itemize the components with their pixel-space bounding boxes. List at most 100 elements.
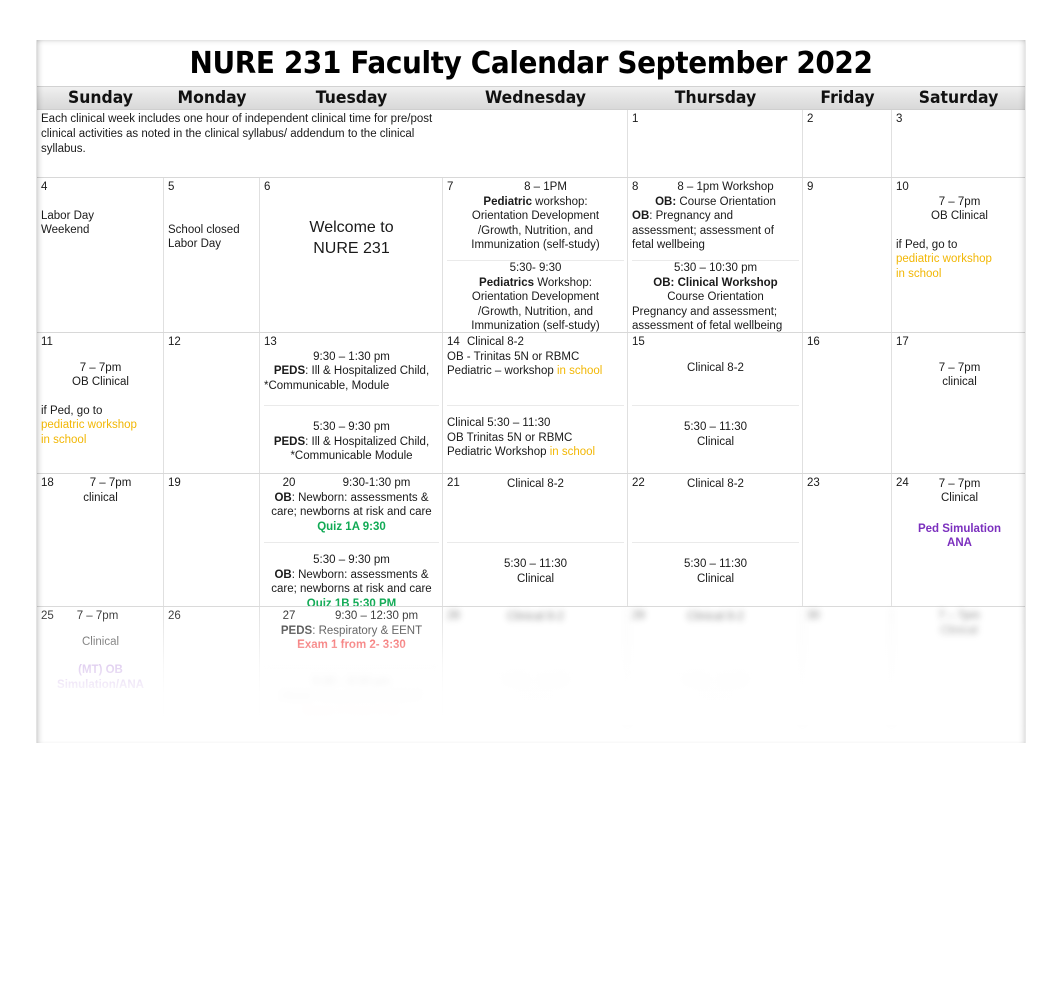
event-text: : Ill & Hospitalized Child, (305, 365, 430, 378)
day-28-evening: 5:30 – 11:30 Clinical (447, 667, 624, 705)
calendar-container: NURE 231 Faculty Calendar September 2022… (36, 40, 1026, 743)
event-text: Course Orientation (676, 195, 776, 208)
event-text: workshop: (531, 195, 588, 208)
event-time: 5:30- 9:30 (509, 262, 562, 274)
day-cell-20[interactable]: 20 9:30-1:30 pm OB: Newborn: assessments… (260, 474, 443, 606)
day-cell-6[interactable]: 6 Welcome to NURE 231 (260, 178, 443, 332)
day-cell-14[interactable]: 14 Clinical 8-2 OB - Trinitas 5N or RBMC… (443, 333, 628, 473)
day-cell-30[interactable]: 30 (803, 607, 892, 725)
day-cell-trailing-saturday[interactable]: 7 – 7pm Clinical (892, 607, 1025, 725)
event-text: Clinical 8-2 (507, 610, 564, 623)
day-number-12: 12 (168, 336, 181, 348)
weekday-wednesday: Wednesday (484, 88, 586, 108)
event-text: PEDS: Ill & Hospitalized Child, (264, 364, 439, 379)
event-time: 8 – 1pm Workshop (677, 181, 774, 193)
day-cell-28[interactable]: 28 Clinical 8-2 5:30 – 11:30 Clinical (443, 607, 628, 725)
event-text: Clinical 8-2 (507, 477, 564, 490)
event-text: Clinical (696, 572, 735, 585)
day-cell-21[interactable]: 21 Clinical 8-2 5:30 – 11:30 Clinical (443, 474, 628, 606)
day-cell-note[interactable]: Each clinical week includes one hour of … (37, 110, 443, 177)
day-cell-23[interactable]: 23 (803, 474, 892, 606)
event-text: PEDS: Ill & Hospitalized Child, (264, 435, 439, 450)
event-time: 5:30 – 8:30 pm (313, 677, 390, 689)
day-22-evening: 5:30 – 11:30 Clinical (632, 542, 799, 586)
day-cell-13[interactable]: 13 9:30 – 1:30 pm PEDS: Ill & Hospitaliz… (260, 333, 443, 473)
event-label: PEDS (273, 435, 306, 448)
day-number-2: 2 (807, 113, 814, 125)
event-text: Pediatric – workshop in school (447, 364, 624, 379)
event-time: 9:30-1:30 pm (342, 477, 411, 489)
day-cell-5[interactable]: 5 School closed Labor Day (164, 178, 260, 332)
event-text-highlight: in school (549, 446, 596, 459)
day-cell-16[interactable]: 16 (803, 333, 892, 473)
day-number-28: 28 (447, 610, 460, 622)
event-text: Weekend (41, 224, 90, 237)
day-cell-2[interactable]: 2 (803, 110, 892, 177)
event-label: OB (274, 491, 292, 504)
day-number-16: 16 (807, 336, 820, 348)
day-cell-9[interactable]: 9 (803, 178, 892, 332)
event-text: Pediatrics Workshop: (447, 276, 624, 291)
event-label: Pediatric (483, 195, 532, 208)
day-cell-27[interactable]: 27 9:30 – 12:30 pm PEDS: Respiratory & E… (260, 607, 443, 725)
day-cell-19[interactable]: 19 (164, 474, 260, 606)
event-text: Clinical 8-2 (467, 336, 524, 348)
event-text: assessment; assessment of (632, 224, 774, 237)
day-cell-29[interactable]: 29 Clinical 8-2 5:30 – 11:30 Clinical (628, 607, 803, 725)
event-time: 7 – 7pm (938, 195, 981, 208)
event-text: : Pregnancy and (649, 210, 734, 223)
simulation-label: Simulation/ANA (57, 678, 144, 691)
quiz-label: Quiz 1A 9:30 (317, 520, 386, 533)
day-cell-12[interactable]: 12 (164, 333, 260, 473)
day-number-15: 15 (632, 336, 645, 348)
event-time: 8 – 1PM (524, 181, 567, 193)
day-cell-22[interactable]: 22 Clinical 8-2 5:30 – 11:30 Clinical (628, 474, 803, 606)
event-text: Pediatric – workshop (447, 365, 557, 378)
day-cell-4[interactable]: 4 Labor Day Weekend (37, 178, 164, 332)
event-label: OB: (655, 195, 677, 208)
day-cell-18[interactable]: 18 7 – 7pm clinical (37, 474, 164, 606)
day-number-4: 4 (41, 181, 48, 193)
day-cell-25[interactable]: 25 7 – 7pm Clinical (MT) OB Simulation/A… (37, 607, 164, 725)
day-cell-3[interactable]: 3 (892, 110, 1025, 177)
event-text-highlight: pediatric workshop (41, 419, 137, 432)
day-cell-1[interactable]: 1 (628, 110, 803, 177)
event-text: School closed (168, 223, 240, 236)
event-text: Clinical (940, 492, 979, 505)
day-number-25: 25 (41, 610, 54, 622)
day-8-morning: 8 8 – 1pm Workshop OB: Course Orientatio… (632, 180, 799, 260)
day-cell-7[interactable]: 7 8 – 1PM Pediatric workshop: Orientatio… (443, 178, 628, 332)
day-15-morning: 15 Clinical 8-2 (632, 335, 799, 405)
day-13-morning: 13 9:30 – 1:30 pm PEDS: Ill & Hospitaliz… (264, 335, 439, 405)
event-text: *Communicable Module (290, 450, 413, 463)
day-cell-11[interactable]: 11 7 – 7pm OB Clinical if Ped, go to ped… (37, 333, 164, 473)
event-text: if Ped, go to (41, 404, 103, 417)
day-cell-10[interactable]: 10 7 – 7pm OB Clinical if Ped, go to ped… (892, 178, 1025, 332)
weekday-header-row: Sunday Monday Tuesday Wednesday Thursday… (37, 86, 1025, 110)
page-root: { "calendar": { "title": "NURE 231 Facul… (0, 0, 1062, 1001)
event-time: 5:30 – 9:30 pm (313, 554, 390, 566)
event-text: Clinical (516, 572, 555, 585)
day-cell-8[interactable]: 8 8 – 1pm Workshop OB: Course Orientatio… (628, 178, 803, 332)
day-cell-26[interactable]: 26 (164, 607, 260, 725)
day-15-evening: 5:30 – 11:30 Clinical (632, 405, 799, 449)
exam-label: Exam 1 from 2- 3:30 (297, 639, 406, 652)
event-text-highlight: in school (896, 267, 942, 280)
day-cell-17[interactable]: 17 7 – 7pm clinical (892, 333, 1025, 473)
event-time: 5:30 – 11:30 (503, 677, 568, 689)
day-cell-15[interactable]: 15 Clinical 8-2 5:30 – 11:30 Clinical (628, 333, 803, 473)
day-29-morning: 29 Clinical 8-2 (632, 609, 799, 667)
weekday-sunday: Sunday (67, 88, 134, 108)
event-text: NURE 231 (313, 239, 390, 257)
day-13-evening: 5:30 – 9:30 pm PEDS: Ill & Hospitalized … (264, 405, 439, 464)
event-label: Pediatrics (479, 276, 535, 289)
event-time: 5:30 – 11:30 (683, 558, 748, 570)
day-cell-wed-blank[interactable] (443, 110, 628, 177)
day-number-26: 26 (168, 610, 181, 622)
event-text: Labor Day (168, 238, 222, 251)
event-label: PEDS (280, 691, 313, 704)
day-8-evening: 5:30 – 10:30 pm OB: Clinical Workshop Co… (632, 260, 799, 332)
event-label: PEDS (273, 365, 306, 378)
day-cell-24[interactable]: 24 7 – 7pm Clinical Ped Simulation ANA (892, 474, 1025, 606)
event-text: PEDS: Respiratory & EENT (264, 691, 439, 706)
